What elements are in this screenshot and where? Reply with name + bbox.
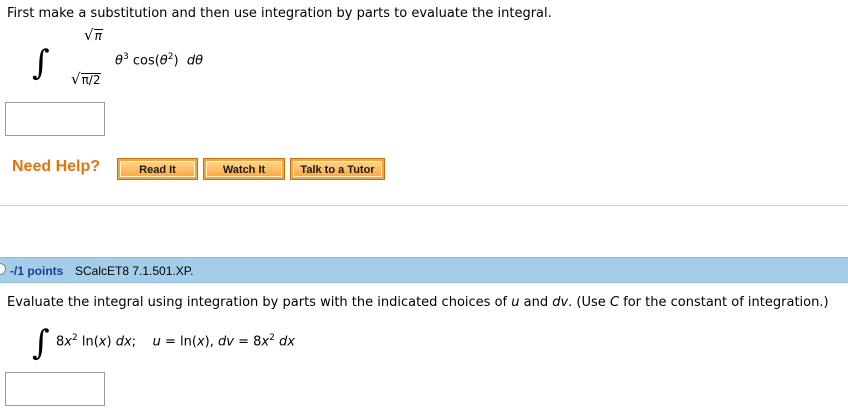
- integral-sign: ∫: [32, 43, 50, 83]
- read-it-button[interactable]: Read It: [117, 158, 198, 180]
- question2-source: SCalcET8 7.1.501.XP.: [75, 264, 194, 278]
- integrand: θ3 cos(θ2) dθ: [115, 52, 204, 69]
- question1-answer-input[interactable]: [5, 102, 105, 136]
- question1-prompt: First make a substitution and then use i…: [7, 6, 552, 21]
- need-help-label: Need Help?: [12, 158, 101, 175]
- section-divider: [0, 205, 848, 206]
- lower-limit: √ π/2: [71, 70, 102, 88]
- talk-to-tutor-button[interactable]: Talk to a Tutor: [290, 158, 385, 180]
- watch-it-button[interactable]: Watch It: [203, 158, 285, 180]
- integral-sign-2: ∫: [32, 323, 50, 363]
- question2-prompt: Evaluate the integral using integration …: [7, 295, 829, 310]
- question2-points: -/1 points: [10, 264, 64, 278]
- question2-answer-input[interactable]: [5, 372, 105, 406]
- question2-integral: 8x2 ln(x) dx; u = ln(x), dv = 8x2 dx: [56, 333, 295, 350]
- upper-limit: √ π: [84, 26, 103, 44]
